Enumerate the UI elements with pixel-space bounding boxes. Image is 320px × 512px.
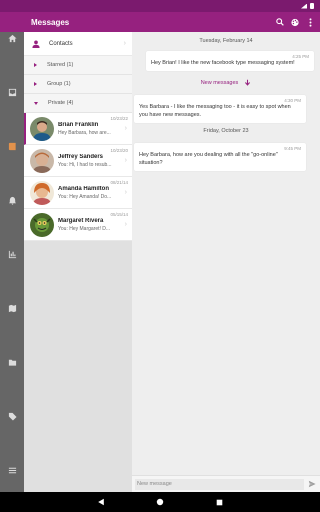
- search-icon[interactable]: [276, 18, 284, 26]
- conversation-date: 10/23/20: [110, 148, 128, 153]
- arrow-down-icon: [245, 79, 251, 86]
- system-nav-bar: [0, 492, 320, 512]
- caret-right-icon: [34, 82, 37, 86]
- folder-icon[interactable]: [6, 356, 18, 368]
- conversation-list-pane: Contacts › Starred (1) Group (1) Private…: [24, 32, 132, 492]
- group-label: Starred (1): [47, 62, 74, 68]
- conversation-date: 10/23/22: [110, 116, 128, 121]
- conversation-date: 05/15/14: [110, 212, 128, 217]
- conversation-margaret-rivera[interactable]: Margaret Rivera You: Hey Margaret! D... …: [24, 209, 132, 241]
- home-button-icon[interactable]: [156, 498, 165, 507]
- avatar: [30, 212, 54, 237]
- avatar: [30, 116, 54, 141]
- chevron-right-icon: ›: [124, 125, 127, 132]
- left-rail: [0, 32, 24, 492]
- conversation-name: Brian Franklin: [58, 121, 99, 128]
- book-icon[interactable]: [6, 140, 18, 152]
- caret-down-icon: [34, 101, 38, 105]
- avatar: [30, 148, 54, 173]
- message-bubble: 9:45 PM Hey Barbara, how are you dealing…: [134, 143, 306, 171]
- app-actions: [276, 17, 314, 27]
- menu-icon[interactable]: [6, 464, 18, 476]
- more-vert-icon[interactable]: [306, 17, 314, 27]
- date-separator: Friday, October 23: [203, 128, 249, 134]
- message-text: Yes Barbara - I like the messaging too -…: [139, 104, 291, 118]
- bar-chart-icon[interactable]: [6, 248, 18, 260]
- message-text: Hey Barbara, how are you dealing with al…: [139, 152, 278, 166]
- message-text: Hey Brian! I like the new facebook type …: [151, 60, 295, 67]
- chevron-right-icon: ›: [124, 221, 127, 228]
- group-starred[interactable]: Starred (1): [24, 56, 132, 75]
- group-label: Private (4): [48, 100, 74, 106]
- date-separator: Tuesday, February 14: [199, 38, 253, 44]
- compose-bar: [132, 475, 320, 492]
- battery-icon: [310, 3, 314, 9]
- palette-icon[interactable]: [291, 18, 299, 26]
- inbox-icon[interactable]: [6, 86, 18, 98]
- conversation-preview: You: Hey Margaret! D...: [58, 225, 111, 232]
- avatar: [30, 180, 54, 205]
- message-bubble: 4:25 PM Hey Brian! I like the new facebo…: [146, 51, 314, 71]
- new-messages-indicator[interactable]: New messages: [132, 79, 320, 86]
- contacts-label: Contacts: [49, 40, 73, 47]
- back-icon[interactable]: [97, 498, 106, 507]
- send-icon[interactable]: [308, 480, 316, 488]
- notifications-icon[interactable]: [6, 194, 18, 206]
- conversation-preview: You: Hi, I had to resub...: [58, 161, 112, 168]
- conversation-name: Jeffrey Sanders: [58, 153, 104, 160]
- new-messages-label: New messages: [200, 79, 239, 86]
- chevron-right-icon: ›: [124, 189, 127, 196]
- contacts-row[interactable]: Contacts ›: [24, 32, 132, 56]
- conversation-preview: Hey Barbara, how are...: [58, 129, 111, 136]
- tag-icon[interactable]: [6, 410, 18, 422]
- conversation-name: Amanda Hamilton: [58, 185, 110, 192]
- home-icon[interactable]: [6, 32, 18, 44]
- group-group[interactable]: Group (1): [24, 75, 132, 94]
- map-icon[interactable]: [6, 302, 18, 314]
- chevron-right-icon: ›: [123, 40, 126, 47]
- conversation-jeffrey-sanders[interactable]: Jeffrey Sanders You: Hi, I had to resub.…: [24, 145, 132, 177]
- recents-icon[interactable]: [215, 498, 224, 507]
- message-input[interactable]: [135, 478, 304, 490]
- chat-pane: Tuesday, February 14 4:25 PM Hey Brian! …: [132, 32, 320, 492]
- app-bar: Messages: [0, 12, 320, 32]
- conversation-preview: You: Hey Amanda! Do...: [58, 193, 112, 200]
- conversation-amanda-hamilton[interactable]: Amanda Hamilton You: Hey Amanda! Do... 0…: [24, 177, 132, 209]
- chevron-right-icon: ›: [124, 157, 127, 164]
- conversation-brian-franklin[interactable]: Brian Franklin Hey Barbara, how are... 1…: [24, 113, 132, 145]
- group-private[interactable]: Private (4): [24, 94, 132, 113]
- conversation-name: Margaret Rivera: [58, 217, 104, 224]
- person-icon: [32, 40, 40, 48]
- status-bar: [0, 0, 320, 12]
- status-icons: [301, 3, 314, 9]
- signal-icon: [301, 3, 307, 9]
- app-title: Messages: [31, 17, 70, 27]
- caret-right-icon: [34, 63, 37, 67]
- group-label: Group (1): [47, 81, 71, 87]
- conversation-date: 08/21/14: [110, 180, 128, 185]
- message-bubble: 4:30 PM Yes Barbara - I like the messagi…: [134, 95, 306, 123]
